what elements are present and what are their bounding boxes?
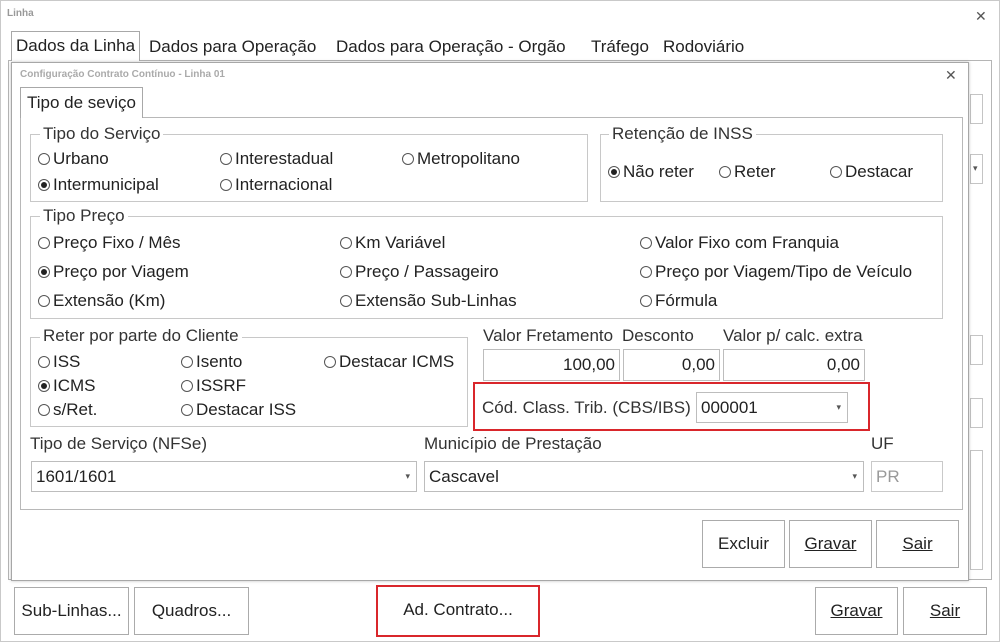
radio-icon xyxy=(830,166,842,178)
radio-nao-reter[interactable]: Não reter xyxy=(608,163,694,181)
radio-intermunicipal[interactable]: Intermunicipal xyxy=(38,176,159,194)
hidden-field-stub xyxy=(970,94,983,124)
radio-icon xyxy=(640,295,652,307)
radio-extensao-sub-linhas[interactable]: Extensão Sub-Linhas xyxy=(340,292,517,310)
valor-fretamento-label: Valor Fretamento xyxy=(483,326,614,345)
dialog-close-icon[interactable]: ✕ xyxy=(945,68,957,82)
radio-iss[interactable]: ISS xyxy=(38,353,80,371)
dialog-title: Configuração Contrato Contínuo - Linha 0… xyxy=(20,69,225,80)
quadros-button[interactable]: Quadros... xyxy=(134,587,249,635)
radio-preco-passageiro[interactable]: Preço / Passageiro xyxy=(340,263,499,281)
radio-icms[interactable]: ICMS xyxy=(38,377,96,395)
tab-dados-da-linha[interactable]: Dados da Linha xyxy=(11,31,141,61)
chevron-down-icon: ▾ xyxy=(836,402,841,412)
radio-metropolitano[interactable]: Metropolitano xyxy=(402,150,520,168)
tipo-servico-nfse-label: Tipo de Serviço (NFSe) xyxy=(30,434,207,453)
sub-linhas-button[interactable]: Sub-Linhas... xyxy=(14,587,129,635)
tab-dados-operacao-orgao[interactable]: Dados para Operação - Orgão xyxy=(336,37,566,57)
cod-class-label: Cód. Class. Trib. (CBS/IBS) xyxy=(482,398,691,417)
radio-urbano[interactable]: Urbano xyxy=(38,150,109,168)
radio-selected-icon xyxy=(38,380,50,392)
window-title: Linha xyxy=(7,8,34,19)
radio-selected-icon xyxy=(38,266,50,278)
radio-valor-fixo-franquia[interactable]: Valor Fixo com Franquia xyxy=(640,234,839,252)
radio-icon xyxy=(340,295,352,307)
radio-icon xyxy=(38,356,50,368)
radio-icon xyxy=(181,356,193,368)
hidden-combo-stub: ▾ xyxy=(970,154,983,184)
window-close-icon[interactable]: ✕ xyxy=(975,9,987,23)
radio-icon xyxy=(340,237,352,249)
radio-destacar-iss[interactable]: Destacar ISS xyxy=(181,401,296,419)
radio-preco-viagem-tipo-veiculo[interactable]: Preço por Viagem/Tipo de Veículo xyxy=(640,263,912,281)
valor-calc-extra-label: Valor p/ calc. extra xyxy=(723,326,863,345)
desconto-input[interactable]: 0,00 xyxy=(623,349,720,381)
radio-icon xyxy=(324,356,336,368)
radio-icon xyxy=(38,295,50,307)
valor-fretamento-input[interactable]: 100,00 xyxy=(483,349,620,381)
valor-calc-extra-input[interactable]: 0,00 xyxy=(723,349,865,381)
radio-icon xyxy=(220,153,232,165)
radio-extensao-km[interactable]: Extensão (Km) xyxy=(38,292,165,310)
radio-issrf[interactable]: ISSRF xyxy=(181,377,246,395)
radio-km-variavel[interactable]: Km Variável xyxy=(340,234,445,252)
tab-trafego[interactable]: Tráfego xyxy=(591,37,649,57)
radio-selected-icon xyxy=(38,179,50,191)
radio-selected-icon xyxy=(608,166,620,178)
hidden-field-stub xyxy=(970,450,983,570)
dialog-sair-button[interactable]: Sair xyxy=(876,520,959,568)
radio-preco-fixo-mes[interactable]: Preço Fixo / Mês xyxy=(38,234,181,252)
uf-input[interactable]: PR xyxy=(871,461,943,492)
retencao-inss-legend: Retenção de INSS xyxy=(609,125,756,143)
radio-s-ret[interactable]: s/Ret. xyxy=(38,401,97,419)
radio-reter[interactable]: Reter xyxy=(719,163,776,181)
radio-icon xyxy=(640,237,652,249)
radio-formula[interactable]: Fórmula xyxy=(640,292,717,310)
radio-preco-por-viagem[interactable]: Preço por Viagem xyxy=(38,263,189,281)
chevron-down-icon: ▾ xyxy=(405,471,410,481)
municipio-label: Município de Prestação xyxy=(424,434,602,453)
tab-tipo-servico[interactable]: Tipo de seviço xyxy=(20,87,143,118)
radio-icon xyxy=(402,153,414,165)
radio-interestadual[interactable]: Interestadual xyxy=(220,150,333,168)
radio-icon xyxy=(719,166,731,178)
radio-icon xyxy=(220,179,232,191)
municipio-select[interactable]: Cascavel ▾ xyxy=(424,461,864,492)
radio-icon xyxy=(38,237,50,249)
dialog-gravar-button[interactable]: Gravar xyxy=(789,520,872,568)
radio-destacar[interactable]: Destacar xyxy=(830,163,913,181)
radio-destacar-icms[interactable]: Destacar ICMS xyxy=(324,353,454,371)
desconto-label: Desconto xyxy=(622,326,694,345)
tipo-preco-legend: Tipo Preço xyxy=(40,207,128,225)
sair-button[interactable]: Sair xyxy=(903,587,987,635)
reter-cliente-legend: Reter por parte do Cliente xyxy=(40,327,242,345)
ad-contrato-button[interactable]: Ad. Contrato... xyxy=(379,588,537,634)
radio-isento[interactable]: Isento xyxy=(181,353,242,371)
radio-icon xyxy=(38,404,50,416)
radio-icon xyxy=(181,380,193,392)
hidden-field-stub xyxy=(970,335,983,365)
tipo-servico-nfse-select[interactable]: 1601/1601 ▾ xyxy=(31,461,417,492)
radio-icon xyxy=(640,266,652,278)
tab-rodoviario[interactable]: Rodoviário xyxy=(663,37,744,57)
excluir-button[interactable]: Excluir xyxy=(702,520,785,568)
hidden-field-stub xyxy=(970,398,983,428)
radio-internacional[interactable]: Internacional xyxy=(220,176,332,194)
gravar-button[interactable]: Gravar xyxy=(815,587,898,635)
tab-dados-operacao[interactable]: Dados para Operação xyxy=(149,37,316,57)
radio-icon xyxy=(340,266,352,278)
uf-label: UF xyxy=(871,434,894,453)
tipo-servico-legend: Tipo do Serviço xyxy=(40,125,164,143)
cod-class-select[interactable]: 000001 ▾ xyxy=(696,392,848,423)
chevron-down-icon: ▾ xyxy=(852,471,857,481)
radio-icon xyxy=(181,404,193,416)
radio-icon xyxy=(38,153,50,165)
